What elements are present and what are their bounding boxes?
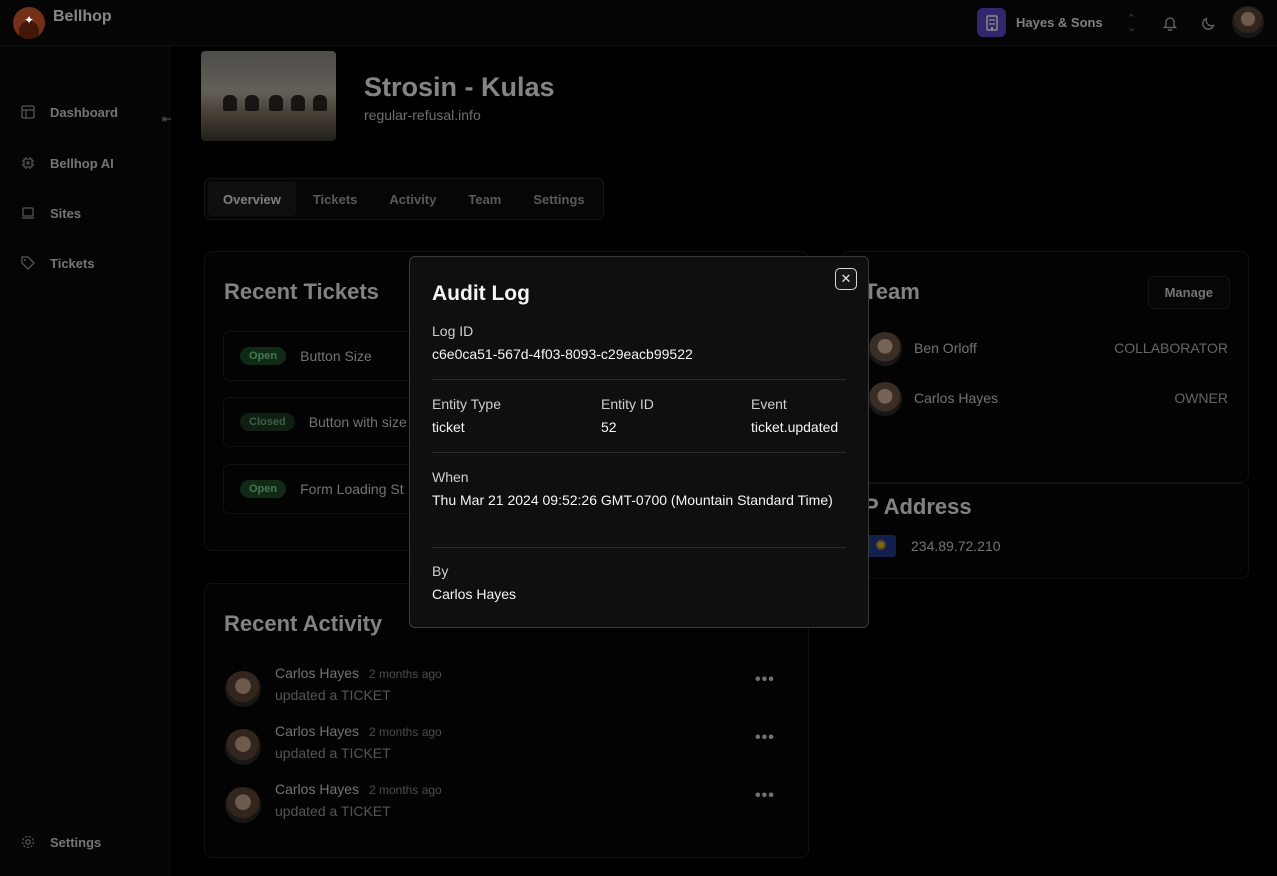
log-id-section: Log ID c6e0ca51-567d-4f03-8093-c29eacb99… — [432, 323, 846, 365]
event-field: Event ticket.updated — [751, 396, 838, 438]
entity-id-field: Entity ID 52 — [601, 396, 654, 438]
divider — [432, 452, 846, 453]
entity-type-label: Entity Type — [432, 396, 502, 412]
by-value: Carlos Hayes — [432, 586, 517, 602]
when-value: Thu Mar 21 2024 09:52:26 GMT-0700 (Mount… — [432, 492, 833, 508]
entity-type-field: Entity Type ticket — [432, 396, 501, 438]
entity-id-label: Entity ID — [601, 396, 654, 412]
entity-type-value: ticket — [432, 419, 465, 435]
when-section: When Thu Mar 21 2024 09:52:26 GMT-0700 (… — [432, 469, 846, 511]
divider — [432, 547, 846, 548]
event-label: Event — [751, 396, 787, 412]
divider — [432, 379, 846, 380]
entity-section: Entity Type ticket Entity ID 52 Event ti… — [432, 396, 846, 440]
audit-log-dialog: ✕ Audit Log Log ID c6e0ca51-567d-4f03-80… — [409, 256, 869, 628]
close-icon[interactable]: ✕ — [835, 268, 857, 290]
event-value: ticket.updated — [751, 419, 839, 435]
log-id-value: c6e0ca51-567d-4f03-8093-c29eacb99522 — [432, 346, 693, 362]
dialog-title: Audit Log — [432, 282, 530, 305]
entity-id-value: 52 — [601, 419, 617, 435]
by-section: By Carlos Hayes — [432, 563, 846, 605]
log-id-label: Log ID — [432, 323, 474, 339]
by-label: By — [432, 563, 449, 579]
when-label: When — [432, 469, 469, 485]
